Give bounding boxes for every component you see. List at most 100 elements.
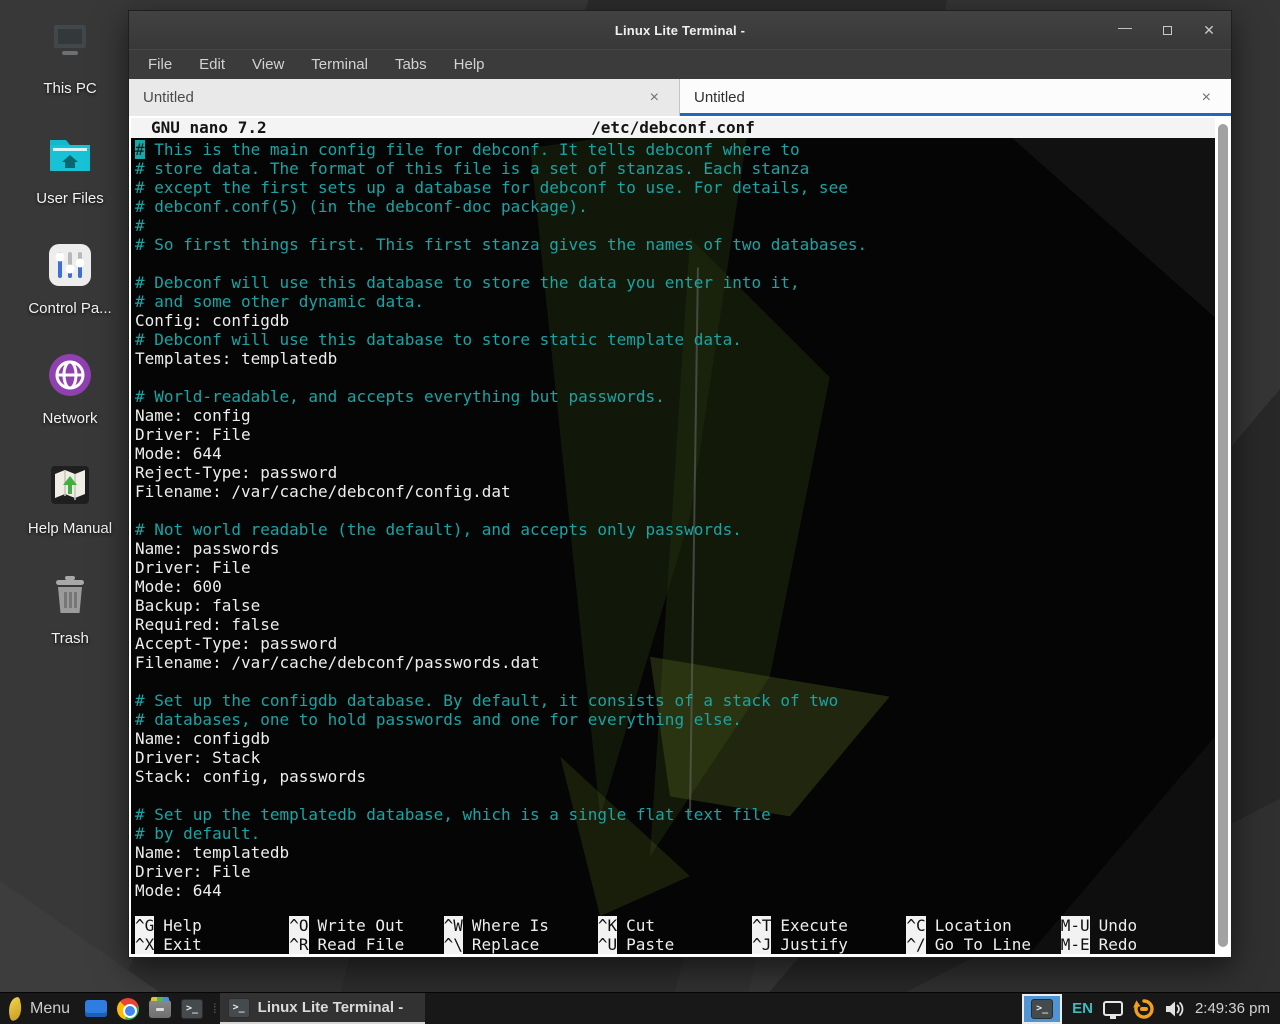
terminal-line: Name: templatedb (135, 843, 1215, 862)
nano-header-bar: GNU nano 7.2 /etc/debconf.conf (131, 118, 1215, 138)
terminal-line (135, 672, 1215, 691)
terminal-line: Filename: /var/cache/debconf/passwords.d… (135, 653, 1215, 672)
menu-tabs[interactable]: Tabs (395, 56, 427, 73)
chrome-icon (117, 998, 139, 1020)
shortcut-key: ^J (752, 935, 771, 954)
clock[interactable]: 2:49:36 pm (1195, 1000, 1270, 1017)
display-tray-icon[interactable] (1103, 1001, 1123, 1016)
terminal-line: Accept-Type: password (135, 634, 1215, 653)
nano-shortcut: ^RRead File (289, 935, 443, 954)
nano-filename: /etc/debconf.conf (131, 118, 1215, 137)
shortcut-key: ^W (444, 916, 463, 935)
desktop-icon-user-files[interactable]: User Files (14, 128, 126, 238)
shortcut-label: Redo (1090, 935, 1138, 954)
shortcut-label: Paste (617, 935, 674, 954)
volume-icon[interactable] (1165, 1000, 1185, 1018)
terminal-line: # Debconf will use this database to stor… (135, 273, 1215, 292)
shortcut-key: ^G (135, 916, 154, 935)
terminal-window: Linux Lite Terminal - — ✕ File Edit View… (128, 10, 1232, 958)
menu-terminal[interactable]: Terminal (311, 56, 368, 73)
terminal-line (135, 368, 1215, 387)
shortcut-label: Where Is (463, 916, 549, 935)
terminal-line: # So first things first. This first stan… (135, 235, 1215, 254)
window-controls: — ✕ (1117, 11, 1217, 49)
terminal-line: # store data. The format of this file is… (135, 159, 1215, 178)
terminal-line: # Set up the templatedb database, which … (135, 805, 1215, 824)
terminal-line: Stack: config, passwords (135, 767, 1215, 786)
nano-shortcut: ^WWhere Is (444, 916, 598, 935)
tab-label: Untitled (143, 89, 644, 106)
terminal-launcher[interactable]: >_ (178, 997, 206, 1021)
shortcut-key: ^C (906, 916, 925, 935)
menu-view[interactable]: View (252, 56, 284, 73)
desktop-icon-label: Trash (51, 630, 89, 647)
terminal-line: Mode: 644 (135, 444, 1215, 463)
minimize-button[interactable]: — (1117, 22, 1133, 38)
tab-close-icon[interactable]: × (1196, 89, 1217, 107)
terminal-line: Reject-Type: password (135, 463, 1215, 482)
terminal-line: # Set up the configdb database. By defau… (135, 691, 1215, 710)
terminal-screen[interactable]: GNU nano 7.2 /etc/debconf.conf # This is… (131, 118, 1215, 954)
window-title: Linux Lite Terminal - (129, 23, 1231, 38)
scrollbar-thumb[interactable] (1218, 124, 1228, 947)
terminal-line: # and some other dynamic data. (135, 292, 1215, 311)
this-pc-icon (43, 18, 97, 72)
terminal-line: # This is the main config file for debco… (135, 140, 1215, 159)
shortcut-key: ^U (598, 935, 617, 954)
tasklist-separator[interactable]: ⁞ (208, 1001, 220, 1016)
nano-shortcut: ^\Replace (444, 935, 598, 954)
scrollbar-track[interactable] (1216, 120, 1230, 951)
terminal-line: # except the first sets up a database fo… (135, 178, 1215, 197)
shortcut-label: Execute (771, 916, 847, 935)
shortcut-key: ^T (752, 916, 771, 935)
tab-untitled-2[interactable]: Untitled × (680, 79, 1231, 116)
desktop-icon-this-pc[interactable]: This PC (14, 18, 126, 128)
shortcut-key: ^K (598, 916, 617, 935)
desktop-icon-help-manual[interactable]: Help Manual (14, 458, 126, 568)
show-desktop-launcher[interactable] (82, 997, 110, 1021)
tray-terminal-button[interactable]: >_ (1022, 994, 1062, 1024)
terminal-line (135, 501, 1215, 520)
desktop-icon-network[interactable]: Network (14, 348, 126, 458)
terminal-line: Mode: 644 (135, 881, 1215, 900)
nano-shortcut: ^UPaste (598, 935, 752, 954)
close-button[interactable]: ✕ (1201, 22, 1217, 38)
chrome-launcher[interactable] (114, 997, 142, 1021)
terminal-line: Filename: /var/cache/debconf/config.dat (135, 482, 1215, 501)
shortcut-label: Cut (617, 916, 655, 935)
file-manager-launcher[interactable] (146, 997, 174, 1021)
desktop-icon-column: This PC User Files Control Pa... Network… (14, 18, 126, 678)
shortcut-label: Help (154, 916, 202, 935)
update-notifier-icon[interactable] (1133, 998, 1155, 1020)
menu-help[interactable]: Help (454, 56, 485, 73)
menu-edit[interactable]: Edit (199, 56, 225, 73)
desktop-icon-trash[interactable]: Trash (14, 568, 126, 678)
keyboard-layout-indicator[interactable]: EN (1072, 1000, 1093, 1017)
nano-shortcut: ^/Go To Line (906, 935, 1060, 954)
task-button-terminal[interactable]: >_ Linux Lite Terminal - (220, 993, 426, 1024)
desktop-icon-control-panel[interactable]: Control Pa... (14, 238, 126, 348)
taskbar-left: Menu >_ ⁞ >_ Linux Lite Terminal - (0, 993, 425, 1024)
terminal-line: Name: configdb (135, 729, 1215, 748)
start-menu-button[interactable]: Menu (0, 993, 80, 1024)
terminal-line (135, 254, 1215, 273)
window-titlebar[interactable]: Linux Lite Terminal - — ✕ (129, 11, 1231, 49)
maximize-button[interactable] (1159, 22, 1175, 38)
terminal-line: # World-readable, and accepts everything… (135, 387, 1215, 406)
terminal-icon: >_ (1031, 999, 1053, 1019)
shortcut-key: ^O (289, 916, 308, 935)
desktop-icon-label: Control Pa... (28, 300, 111, 317)
task-button-label: Linux Lite Terminal - (258, 999, 404, 1016)
taskbar: Menu >_ ⁞ >_ Linux Lite Terminal - >_ EN… (0, 992, 1280, 1024)
tab-untitled-1[interactable]: Untitled × (129, 79, 680, 116)
linuxlite-logo-icon (6, 996, 25, 1021)
terminal-line (135, 786, 1215, 805)
terminal-icon: >_ (228, 998, 250, 1018)
menu-file[interactable]: File (148, 56, 172, 73)
terminal-lines: # This is the main config file for debco… (131, 138, 1215, 900)
menu-bar: File Edit View Terminal Tabs Help (129, 49, 1231, 79)
terminal-line: # debconf.conf(5) (in the debconf-doc pa… (135, 197, 1215, 216)
network-globe-icon (43, 348, 97, 402)
terminal-line: Name: passwords (135, 539, 1215, 558)
tab-close-icon[interactable]: × (644, 89, 665, 107)
